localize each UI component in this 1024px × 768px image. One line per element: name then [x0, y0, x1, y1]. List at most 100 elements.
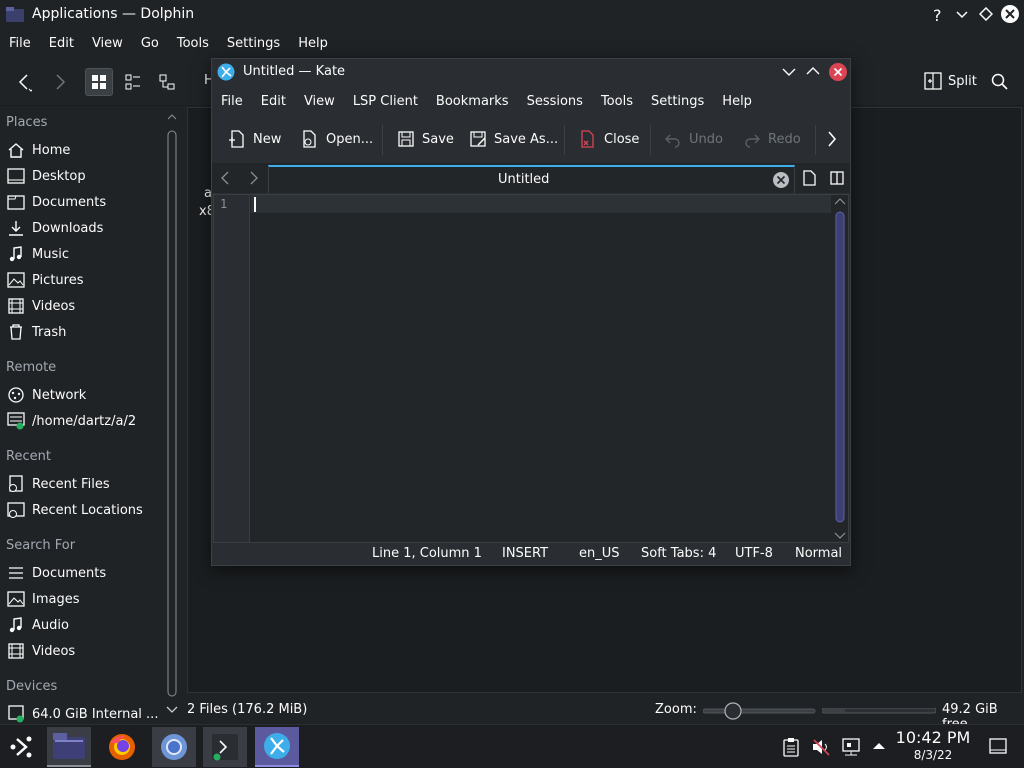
forward-button[interactable] [46, 68, 74, 96]
kate-minimize-icon[interactable] [782, 67, 796, 77]
cursor-position[interactable]: Line 1, Column 1 [372, 546, 482, 561]
network-status-icon[interactable] [842, 737, 862, 757]
kate-menu-view[interactable]: View [295, 88, 344, 116]
menu-go[interactable]: Go [132, 30, 168, 58]
place-desktop[interactable]: Desktop [6, 165, 86, 187]
kate-menu-sessions[interactable]: Sessions [518, 88, 592, 116]
place-music[interactable]: Music [6, 243, 69, 265]
menu-tools[interactable]: Tools [168, 30, 218, 58]
volume-muted-icon[interactable] [811, 737, 831, 757]
open-label: Open... [326, 131, 374, 147]
app-launcher[interactable] [0, 727, 44, 767]
kate-menu-help[interactable]: Help [713, 88, 761, 116]
recent-files[interactable]: Recent Files [6, 473, 110, 495]
undo-icon [664, 130, 682, 148]
kate-menu-bookmarks[interactable]: Bookmarks [427, 88, 518, 116]
search-for-header: Search For [6, 538, 76, 553]
highlighting-mode[interactable]: Normal [795, 546, 842, 561]
place-label: Recent Files [32, 476, 110, 492]
place-home[interactable]: Home [6, 139, 70, 161]
indentation[interactable]: Soft Tabs: 4 [641, 546, 716, 561]
toolbar-overflow-icon[interactable] [827, 131, 837, 147]
places-scrollbar[interactable] [167, 113, 177, 698]
icons-view-button[interactable] [85, 68, 113, 96]
kate-maximize-icon[interactable] [806, 66, 820, 76]
split-view-icon[interactable] [830, 171, 844, 185]
show-desktop-icon[interactable] [989, 738, 1007, 754]
clock[interactable]: 10:42 PM 8/3/22 [895, 728, 971, 762]
split-button[interactable]: Split [924, 72, 977, 90]
open-button[interactable]: Open... [301, 125, 373, 153]
expand-tray-icon[interactable] [872, 741, 886, 751]
place-downloads[interactable]: Downloads [6, 217, 103, 239]
tab-close-icon[interactable] [772, 171, 790, 189]
save-label: Save [422, 131, 454, 147]
undo-button[interactable]: Undo [664, 125, 723, 153]
input-mode[interactable]: INSERT [502, 546, 548, 561]
text-editor[interactable]: 1 [213, 194, 849, 543]
clipboard-icon[interactable] [783, 737, 799, 757]
task-dolphin[interactable] [47, 727, 91, 767]
tab-next-icon[interactable] [249, 171, 259, 185]
place-pictures[interactable]: Pictures [6, 269, 83, 291]
new-button[interactable]: New [228, 125, 281, 153]
kate-window: Untitled — Kate File Edit View LSP Clien… [211, 58, 851, 566]
remote-network[interactable]: Network [6, 384, 86, 406]
search-images[interactable]: Images [6, 588, 80, 610]
dictionary[interactable]: en_US [579, 546, 620, 561]
menu-settings[interactable]: Settings [218, 30, 289, 58]
task-kate[interactable] [255, 727, 299, 767]
music-icon [6, 245, 26, 263]
recent-locations-icon [6, 501, 26, 519]
close-label: Close [604, 131, 640, 147]
split-label: Split [948, 73, 977, 89]
encoding[interactable]: UTF-8 [735, 546, 773, 561]
remote-home-folder[interactable]: /home/dartz/a/2 [6, 410, 136, 432]
kate-menu-tools[interactable]: Tools [592, 88, 642, 116]
kate-menu-settings[interactable]: Settings [642, 88, 713, 116]
back-button[interactable] [10, 68, 38, 96]
pictures-icon [6, 271, 26, 289]
kate-menu-lsp-client[interactable]: LSP Client [344, 88, 427, 116]
search-audio[interactable]: Audio [6, 614, 69, 636]
dolphin-statusbar: 2 Files (176.2 MiB) Zoom: 49.2 GiB free [0, 698, 1024, 732]
maximize-icon[interactable] [979, 7, 993, 21]
task-chromium[interactable] [152, 727, 196, 767]
close-icon[interactable] [1000, 4, 1020, 24]
place-label: Audio [32, 617, 69, 633]
svg-text:?: ? [933, 6, 942, 24]
menu-edit[interactable]: Edit [40, 30, 83, 58]
task-firefox[interactable] [100, 727, 144, 767]
kate-close-icon[interactable] [828, 62, 848, 82]
minimize-icon[interactable] [955, 9, 969, 21]
new-tab-icon[interactable] [802, 170, 816, 186]
kate-menu-edit[interactable]: Edit [252, 88, 295, 116]
toolbar-separator [564, 125, 565, 155]
details-view-button[interactable] [153, 68, 181, 96]
zoom-slider[interactable] [703, 702, 817, 720]
recent-locations[interactable]: Recent Locations [6, 499, 143, 521]
search-videos[interactable]: Videos [6, 640, 75, 662]
redo-button[interactable]: Redo [743, 125, 801, 153]
help-icon[interactable]: ? [930, 6, 946, 24]
save-as-button[interactable]: Save As... [469, 125, 558, 153]
tab-prev-icon[interactable] [220, 171, 230, 185]
video-icon [6, 642, 26, 660]
kate-menu-file[interactable]: File [212, 88, 252, 116]
place-videos[interactable]: Videos [6, 295, 75, 317]
search-documents[interactable]: Documents [6, 562, 106, 584]
place-trash[interactable]: Trash [6, 321, 66, 343]
taskbar: 10:42 PM 8/3/22 [0, 724, 1024, 768]
compact-view-button[interactable] [119, 68, 147, 96]
editor-scrollbar[interactable] [832, 195, 848, 542]
task-konsole[interactable] [203, 727, 247, 767]
save-button[interactable]: Save [397, 125, 454, 153]
menu-view[interactable]: View [83, 30, 132, 58]
search-icon[interactable] [991, 73, 1009, 91]
tab-untitled[interactable]: Untitled [268, 165, 795, 193]
menu-help[interactable]: Help [289, 30, 337, 58]
file-count: 2 Files (176.2 MiB) [187, 702, 308, 717]
close-button[interactable]: Close [579, 125, 639, 153]
menu-file[interactable]: File [0, 30, 40, 58]
place-documents[interactable]: Documents [6, 191, 106, 213]
